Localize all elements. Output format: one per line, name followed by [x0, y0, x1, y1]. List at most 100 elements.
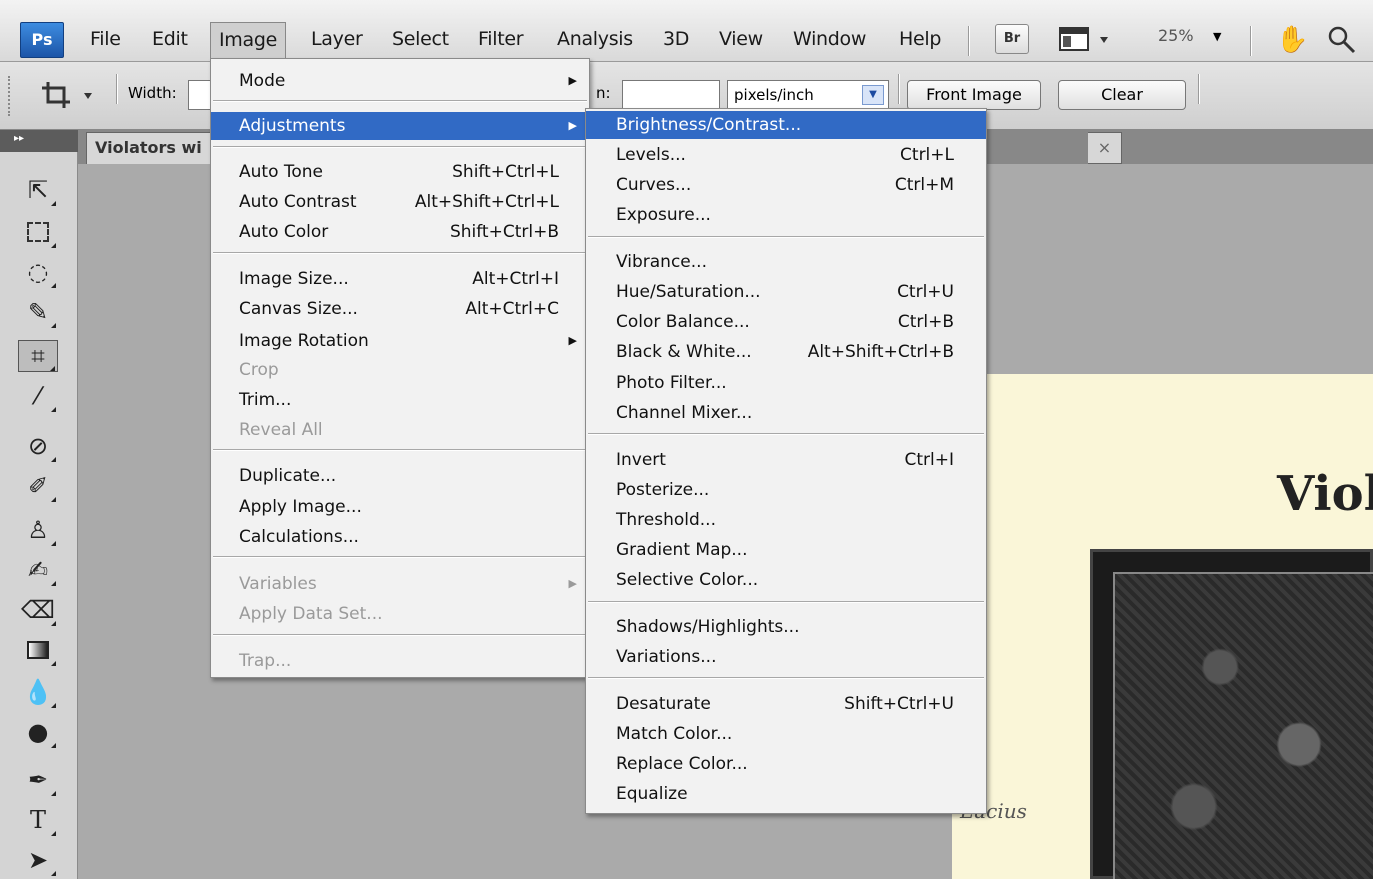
type-icon: T	[29, 806, 46, 834]
eraser-tool[interactable]: ⌫	[18, 594, 58, 626]
clear-button[interactable]: Clear	[1058, 80, 1186, 110]
crop-tool[interactable]: ⌗	[18, 340, 58, 372]
options-bar-grip[interactable]	[8, 76, 12, 116]
menu-item-label: Trap...	[239, 651, 292, 671]
menu-item-color-balance[interactable]: Color Balance... Ctrl+B	[586, 308, 986, 336]
zoom-level[interactable]: 25%	[1158, 26, 1194, 45]
tools-panel-header[interactable]: ▸▸	[0, 130, 78, 152]
menu-select[interactable]: Select	[384, 22, 457, 58]
type-tool[interactable]: T	[18, 804, 58, 836]
menu-item-apply-image[interactable]: Apply Image...	[211, 493, 589, 521]
menu-item-curves[interactable]: Curves... Ctrl+M	[586, 171, 986, 199]
history-brush-tool[interactable]: ✍	[18, 554, 58, 586]
shortcut: Alt+Shift+Ctrl+B	[807, 342, 954, 362]
close-tab-icon[interactable]: ×	[1088, 132, 1122, 164]
menu-item-reveal-all[interactable]: Reveal All	[211, 416, 589, 444]
dodge-tool[interactable]: ●	[18, 716, 58, 748]
menu-item-label: Gradient Map...	[616, 540, 748, 560]
menu-layer[interactable]: Layer	[303, 22, 370, 58]
menu-item-label: Photo Filter...	[616, 373, 727, 393]
menu-item-adjustments[interactable]: Adjustments ▶	[211, 112, 589, 140]
menu-view[interactable]: View	[711, 22, 771, 58]
menu-analysis[interactable]: Analysis	[549, 22, 641, 58]
menu-item-trim[interactable]: Trim...	[211, 386, 589, 414]
menu-help[interactable]: Help	[891, 22, 949, 58]
menu-item-exposure[interactable]: Exposure...	[586, 201, 986, 229]
menu-item-calculations[interactable]: Calculations...	[211, 523, 589, 551]
menu-item-black-white[interactable]: Black & White... Alt+Shift+Ctrl+B	[586, 338, 986, 366]
front-image-button[interactable]: Front Image	[907, 80, 1041, 110]
menu-item-channel-mixer[interactable]: Channel Mixer...	[586, 399, 986, 427]
menu-file[interactable]: File	[82, 22, 129, 58]
menu-edit[interactable]: Edit	[144, 22, 196, 58]
menu-window[interactable]: Window	[785, 22, 874, 58]
crop-icon: ⌗	[31, 342, 45, 370]
move-tool[interactable]: ⇱	[18, 174, 58, 206]
menu-item-gradient-map[interactable]: Gradient Map...	[586, 536, 986, 564]
chevron-down-icon[interactable]: ▼	[862, 85, 884, 105]
menu-item-label: Apply Image...	[239, 497, 362, 517]
menu-item-crop[interactable]: Crop	[211, 356, 589, 384]
options-separator	[116, 74, 117, 104]
menu-item-label: Exposure...	[616, 205, 711, 225]
resolution-input[interactable]	[622, 80, 720, 110]
quick-selection-tool[interactable]: ✎	[18, 296, 58, 328]
menu-item-variables[interactable]: Variables ▶	[211, 570, 589, 598]
menu-item-duplicate[interactable]: Duplicate...	[211, 462, 589, 490]
clone-stamp-tool[interactable]: ♙	[18, 514, 58, 546]
eyedropper-tool[interactable]: ⁄	[18, 380, 58, 412]
menu-item-canvas-size[interactable]: Canvas Size... Alt+Ctrl+C	[211, 295, 589, 323]
brush-tool[interactable]: ✐	[18, 470, 58, 502]
lasso-tool[interactable]: ◌	[18, 256, 58, 288]
menu-item-vibrance[interactable]: Vibrance...	[586, 248, 986, 276]
menu-item-mode[interactable]: Mode ▶	[211, 67, 589, 95]
submenu-arrow-icon: ▶	[568, 74, 577, 87]
menu-item-label: Desaturate	[616, 694, 711, 714]
bridge-button[interactable]: Br	[995, 24, 1029, 54]
zoom-tool-button[interactable]	[1326, 24, 1358, 56]
menu-item-label: Mode	[239, 71, 286, 91]
menu-item-auto-contrast[interactable]: Auto Contrast Alt+Shift+Ctrl+L	[211, 188, 589, 216]
marquee-tool[interactable]	[18, 216, 58, 248]
menu-item-photo-filter[interactable]: Photo Filter...	[586, 369, 986, 397]
menu-item-threshold[interactable]: Threshold...	[586, 506, 986, 534]
menu-item-image-size[interactable]: Image Size... Alt+Ctrl+I	[211, 265, 589, 293]
menu-item-label: Brightness/Contrast...	[616, 115, 802, 135]
path-selection-tool[interactable]: ➤	[18, 844, 58, 876]
menu-item-desaturate[interactable]: Desaturate Shift+Ctrl+U	[586, 690, 986, 718]
document-image[interactable]: Viol Lucius	[952, 374, 1373, 879]
menu-item-hue-saturation[interactable]: Hue/Saturation... Ctrl+U	[586, 278, 986, 306]
menu-item-shadows-highlights[interactable]: Shadows/Highlights...	[586, 613, 986, 641]
menu-item-trap[interactable]: Trap...	[211, 647, 589, 675]
menu-item-auto-color[interactable]: Auto Color Shift+Ctrl+B	[211, 218, 589, 246]
menu-item-match-color[interactable]: Match Color...	[586, 720, 986, 748]
menu-item-equalize[interactable]: Equalize	[586, 780, 986, 808]
hand-tool-icon[interactable]: ✋	[1276, 24, 1308, 56]
photoshop-logo[interactable]: Ps	[20, 22, 64, 58]
menu-item-levels[interactable]: Levels... Ctrl+L	[586, 141, 986, 169]
zoom-dropdown-icon[interactable]: ▼	[1213, 30, 1221, 43]
menu-item-auto-tone[interactable]: Auto Tone Shift+Ctrl+L	[211, 158, 589, 186]
menu-item-apply-data-set[interactable]: Apply Data Set...	[211, 600, 589, 628]
menu-item-variations[interactable]: Variations...	[586, 643, 986, 671]
stamp-icon: ♙	[27, 516, 49, 544]
menu-item-image-rotation[interactable]: Image Rotation ▶	[211, 327, 589, 355]
gradient-tool[interactable]	[18, 634, 58, 666]
menu-image[interactable]: Image	[210, 22, 287, 58]
resolution-units-select[interactable]: pixels/inch ▼	[727, 80, 889, 110]
shortcut: Alt+Ctrl+C	[465, 299, 559, 319]
screen-mode-button[interactable]	[1058, 24, 1118, 54]
tool-preset-picker[interactable]	[40, 78, 100, 112]
pen-tool[interactable]: ✒	[18, 764, 58, 796]
menu-item-replace-color[interactable]: Replace Color...	[586, 750, 986, 778]
menu-item-brightness-contrast[interactable]: Brightness/Contrast...	[586, 111, 986, 139]
menu-item-invert[interactable]: Invert Ctrl+I	[586, 446, 986, 474]
blur-tool[interactable]: 💧	[18, 676, 58, 708]
menu-filter[interactable]: Filter	[470, 22, 531, 58]
healing-brush-tool[interactable]: ⊘	[18, 430, 58, 462]
menu-item-selective-color[interactable]: Selective Color...	[586, 566, 986, 594]
document-photo	[1090, 549, 1373, 879]
menu-item-posterize[interactable]: Posterize...	[586, 476, 986, 504]
menu-item-label: Replace Color...	[616, 754, 748, 774]
menu-3d[interactable]: 3D	[655, 22, 697, 58]
